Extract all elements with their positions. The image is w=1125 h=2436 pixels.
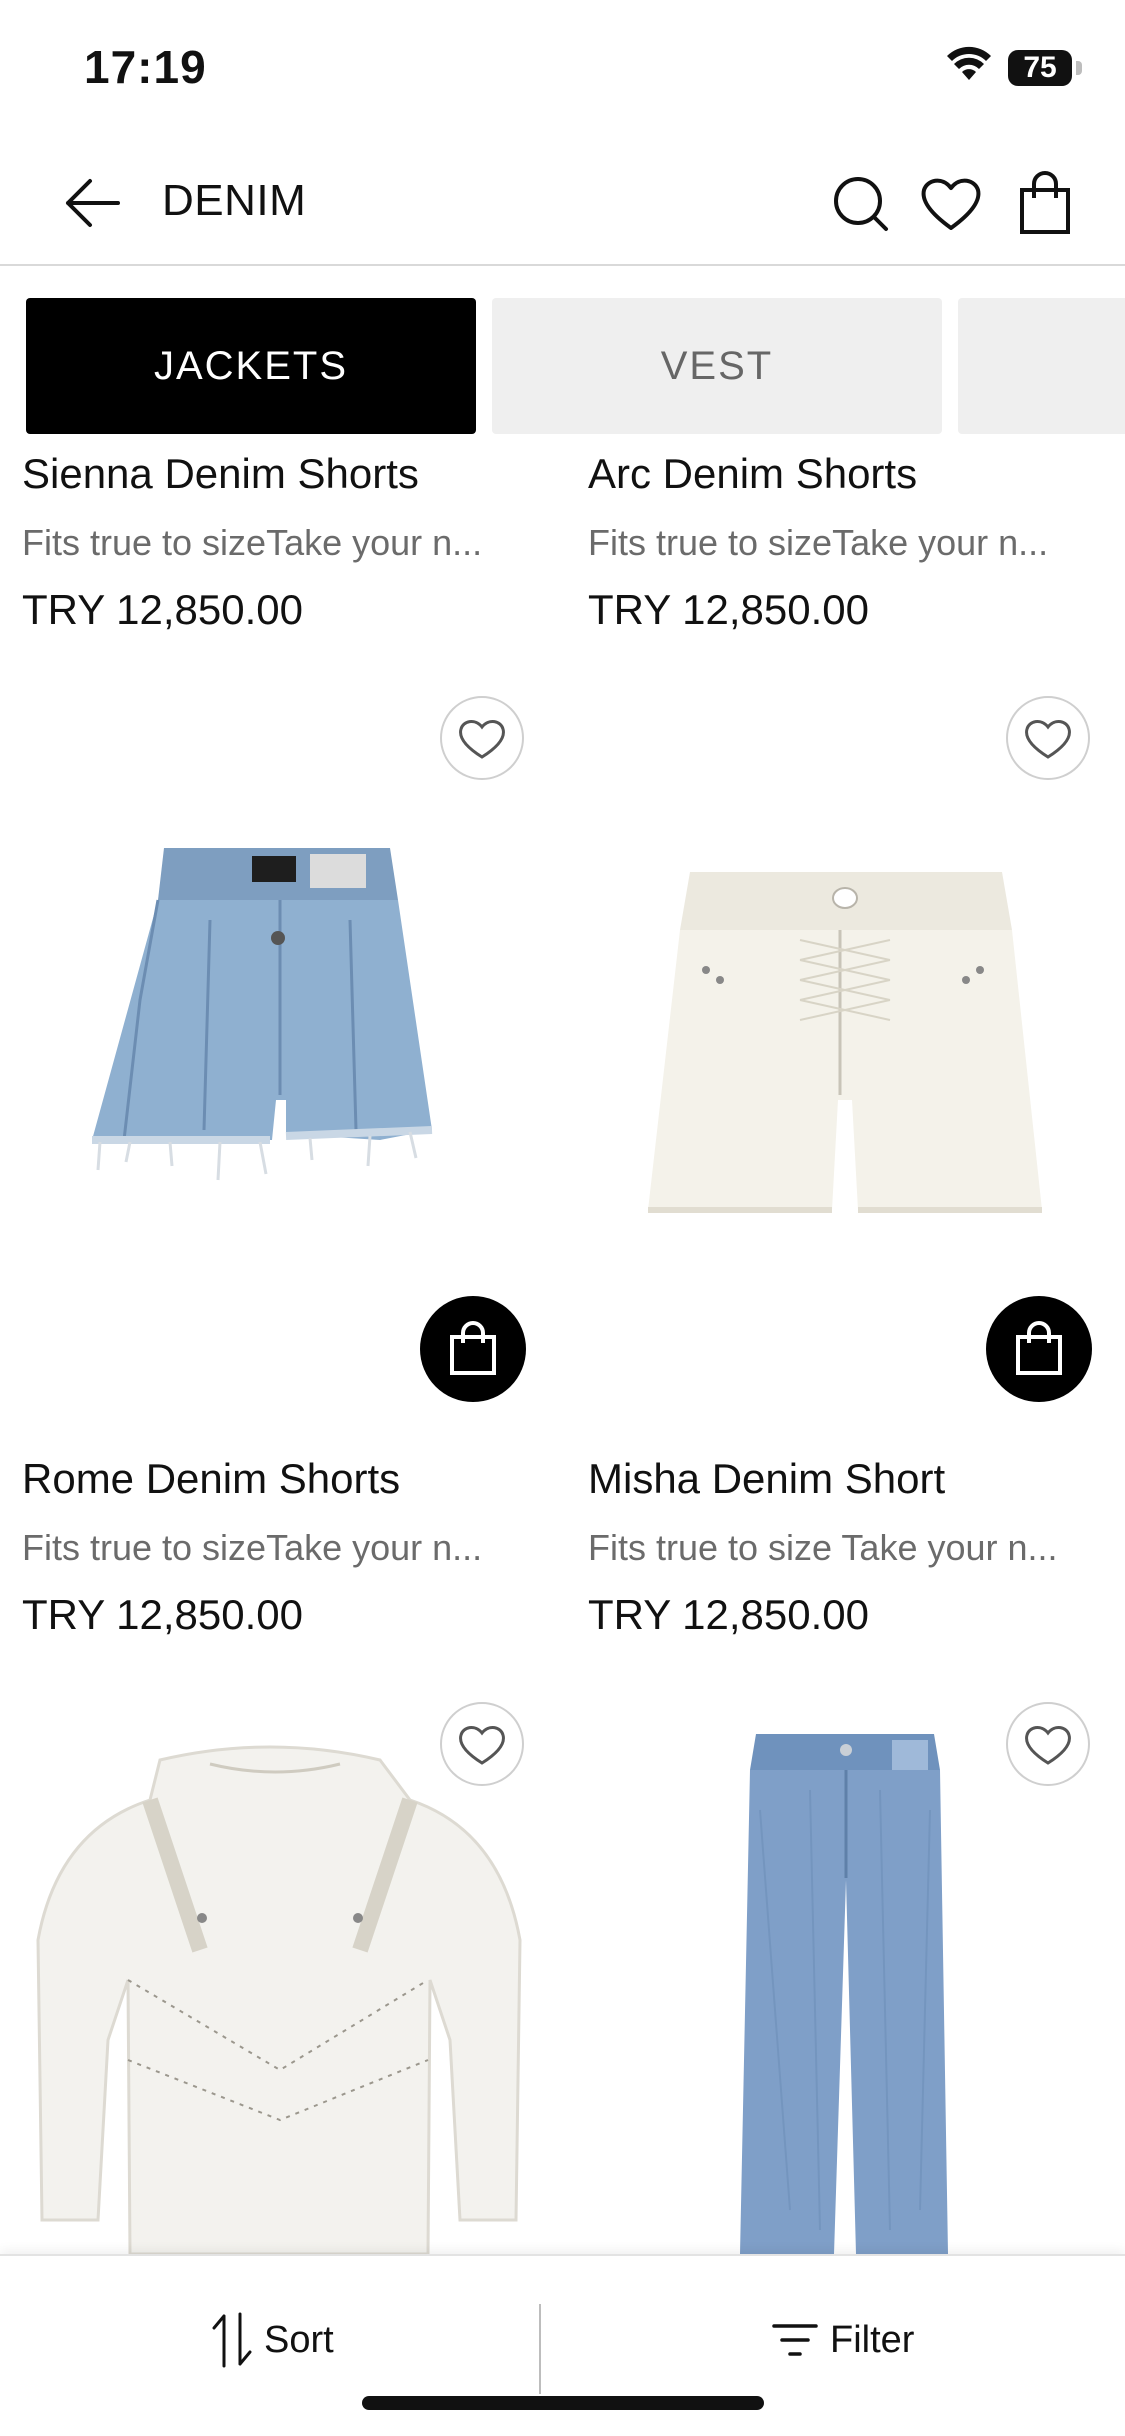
- shopping-bag-icon: [1016, 1321, 1062, 1375]
- page-title: DENIM: [162, 176, 307, 225]
- battery-icon: 75: [1008, 50, 1072, 86]
- product-description: Fits true to sizeTake your n...: [588, 522, 1049, 563]
- tab-label: JACKETS: [153, 343, 349, 388]
- status-bar: 17:19 75: [0, 0, 1125, 140]
- wifi-icon: [947, 46, 991, 80]
- filter-icon: [772, 2324, 818, 2356]
- wishlist-button[interactable]: [440, 1702, 524, 1786]
- product-name[interactable]: Misha Denim Short: [588, 1455, 945, 1503]
- heart-icon: [459, 1726, 505, 1765]
- tab-next[interactable]: [958, 298, 1125, 434]
- battery-level: 75: [1023, 51, 1057, 84]
- product-image-misha-short[interactable]: [640, 860, 1060, 1240]
- shopping-bag-icon[interactable]: [1010, 168, 1080, 238]
- sort-button[interactable]: Sort: [210, 2300, 334, 2380]
- add-to-cart-button[interactable]: [986, 1296, 1092, 1402]
- arrow-left-icon[interactable]: [60, 170, 126, 236]
- wishlist-button[interactable]: [1006, 1702, 1090, 1786]
- product-image-white-top[interactable]: [30, 1740, 530, 2254]
- product-price: TRY 12,850.00: [22, 586, 303, 633]
- category-tabs: JACKETS VEST: [0, 298, 1125, 434]
- product-image-jeans[interactable]: [730, 1730, 960, 2254]
- product-description: Fits true to size Take your n...: [588, 1527, 1058, 1568]
- tab-vest[interactable]: VEST: [492, 298, 942, 434]
- search-icon[interactable]: [826, 168, 896, 238]
- product-price: TRY 12,850.00: [588, 1591, 869, 1638]
- home-indicator: [362, 2396, 764, 2410]
- tab-label: VEST: [660, 343, 774, 388]
- sort-icon: [212, 2312, 252, 2368]
- product-image-rome-shorts[interactable]: [80, 840, 480, 1300]
- sort-label: Sort: [264, 2318, 334, 2361]
- product-description: Fits true to sizeTake your n...: [22, 522, 483, 563]
- bottom-bar-divider: [539, 2304, 541, 2394]
- product-name[interactable]: Sienna Denim Shorts: [22, 450, 419, 498]
- battery-tip: [1076, 61, 1082, 75]
- product-price: TRY 12,850.00: [22, 1591, 303, 1638]
- add-to-cart-button[interactable]: [420, 1296, 526, 1402]
- product-description: Fits true to sizeTake your n...: [22, 1527, 483, 1568]
- wishlist-button[interactable]: [440, 696, 524, 780]
- nav-header: DENIM: [0, 140, 1125, 266]
- heart-icon: [459, 720, 505, 759]
- filter-label: Filter: [830, 2318, 915, 2361]
- wishlist-button[interactable]: [1006, 696, 1090, 780]
- status-time: 17:19: [84, 41, 207, 93]
- filter-button[interactable]: Filter: [770, 2300, 914, 2380]
- heart-icon: [1025, 720, 1071, 759]
- heart-icon: [1025, 1726, 1071, 1765]
- tab-jackets[interactable]: JACKETS: [26, 298, 476, 434]
- product-name[interactable]: Arc Denim Shorts: [588, 450, 917, 498]
- product-name[interactable]: Rome Denim Shorts: [22, 1455, 400, 1503]
- shopping-bag-icon: [450, 1321, 496, 1375]
- product-price: TRY 12,850.00: [588, 586, 869, 633]
- heart-icon[interactable]: [916, 168, 986, 238]
